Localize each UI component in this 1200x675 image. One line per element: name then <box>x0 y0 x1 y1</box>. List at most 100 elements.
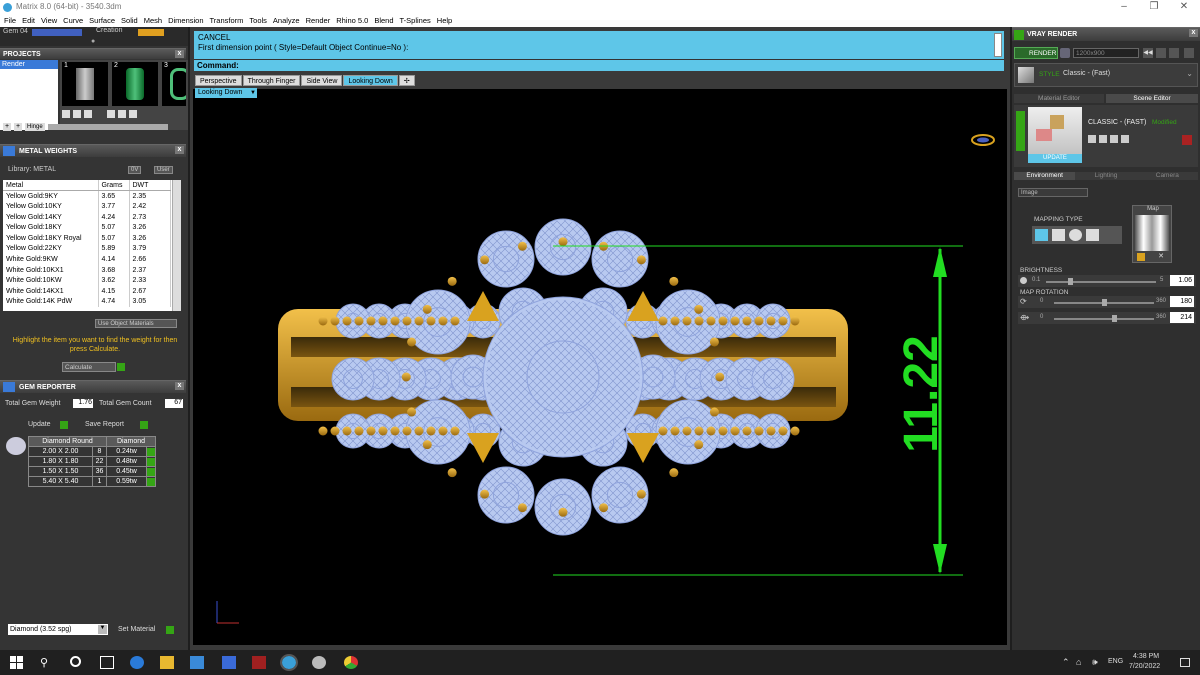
rotation-slider[interactable] <box>1054 299 1154 306</box>
viewport-dropdown[interactable]: Looking Down ▼ <box>195 88 257 98</box>
tilt-slider-knob[interactable] <box>1112 315 1117 322</box>
set-material-button[interactable]: Set Material <box>118 626 155 633</box>
thumbnail-2[interactable]: 2 <box>112 62 158 106</box>
brightness-slider[interactable] <box>1046 278 1156 285</box>
brightness-value[interactable]: 1.06 <box>1170 275 1194 286</box>
col-dwt[interactable]: DWT <box>129 180 171 192</box>
creation-label[interactable]: Creation <box>96 27 122 34</box>
menu-view[interactable]: View <box>41 14 57 27</box>
update-go-icon[interactable] <box>60 421 68 429</box>
creation-swatch-bar[interactable] <box>138 29 164 36</box>
projects-item[interactable]: Render <box>0 60 58 69</box>
camera-icon[interactable] <box>1060 48 1070 58</box>
tab-perspective[interactable]: Perspective <box>195 75 242 86</box>
widgets-icon[interactable] <box>100 656 114 669</box>
scene-action-icon[interactable] <box>1110 135 1118 143</box>
menu-surface[interactable]: Surface <box>89 14 115 27</box>
render-button[interactable]: RENDER <box>1014 47 1058 59</box>
table-row[interactable]: White Gold:9KW 4.14 2.66 <box>3 254 171 265</box>
table-row[interactable]: Yellow Gold:18KY Royal 5.07 3.26 <box>3 232 171 244</box>
scene-collapse-handle[interactable] <box>1016 111 1025 151</box>
chrome-icon[interactable] <box>344 656 358 669</box>
tab-material-editor[interactable]: Material Editor <box>1014 94 1104 103</box>
projects-scrollbar[interactable] <box>47 123 168 130</box>
mapping-cylinder-icon[interactable] <box>1086 229 1099 241</box>
use-object-materials-checkbox[interactable]: Use Object Materials <box>95 319 177 328</box>
tab-environment[interactable]: Environment <box>1014 172 1076 180</box>
col-grams[interactable]: Grams <box>98 180 130 192</box>
material-select[interactable]: Diamond (3.52 spg) <box>8 624 108 635</box>
projects-close-icon[interactable]: x <box>175 50 184 58</box>
table-row[interactable]: White Gold:14KX1 4.15 2.67 <box>3 285 171 297</box>
menu-help[interactable]: Help <box>437 14 452 27</box>
tab-through-finger[interactable]: Through Finger <box>242 75 301 86</box>
mapping-plane-icon[interactable] <box>1035 229 1048 241</box>
update-button[interactable]: Update <box>28 421 51 428</box>
thumb-delete-icon[interactable] <box>129 110 137 118</box>
vray-close-icon[interactable]: x <box>1189 29 1198 37</box>
unit-toggle[interactable]: 0V <box>128 166 142 174</box>
col-metal[interactable]: Metal <box>3 180 99 192</box>
table-row[interactable]: 1.50 X 1.50 36 0.45tw <box>28 466 156 477</box>
collapse-icon[interactable]: ● <box>91 38 95 45</box>
mapping-sphere-icon[interactable] <box>1069 229 1082 241</box>
thumb-action-icon[interactable] <box>73 110 81 118</box>
store-icon[interactable] <box>190 656 204 669</box>
clock-time[interactable]: 4:38 PM <box>1133 653 1159 660</box>
resolution-field[interactable]: 1200x900 <box>1073 48 1139 58</box>
tilt-slider[interactable] <box>1054 315 1154 322</box>
table-row[interactable]: White Gold:10KW 3.62 2.33 <box>3 275 171 286</box>
save-icon[interactable] <box>1156 48 1166 58</box>
update-button[interactable]: UPDATE <box>1028 154 1082 163</box>
rotation-value[interactable]: 180 <box>1170 296 1194 307</box>
app-red-icon[interactable] <box>252 656 266 669</box>
menu-file[interactable]: File <box>4 14 16 27</box>
menu-render[interactable]: Render <box>306 14 331 27</box>
tab-lighting[interactable]: Lighting <box>1075 172 1137 180</box>
tab-camera[interactable]: Camera <box>1136 172 1198 180</box>
table-row[interactable]: Yellow Gold:22KY 5.89 3.79 <box>3 243 171 255</box>
language-indicator[interactable]: ENG <box>1108 658 1123 665</box>
calculate-go-icon[interactable] <box>117 363 125 371</box>
thumb-action-icon[interactable] <box>62 110 70 118</box>
row-go-icon[interactable] <box>147 447 155 456</box>
search-icon[interactable]: ⚲ <box>40 656 54 669</box>
start-icon[interactable] <box>10 656 24 669</box>
maximize-icon[interactable]: ❐ <box>1144 0 1164 14</box>
minimize-icon[interactable]: – <box>1114 0 1134 14</box>
command-input[interactable]: Command: <box>194 59 1004 71</box>
add-tab-icon[interactable]: ✢ <box>398 75 415 86</box>
mapping-box-icon[interactable] <box>1052 229 1065 241</box>
viewport-looking-down[interactable]: 11.22 <box>193 89 1007 645</box>
menu-tools[interactable]: Tools <box>249 14 267 27</box>
thumbnail-3[interactable]: 3 <box>162 62 186 106</box>
menu-mesh[interactable]: Mesh <box>144 14 162 27</box>
scene-action-icon[interactable] <box>1099 135 1107 143</box>
gem-swatch-bar[interactable] <box>32 29 82 36</box>
metal-table-scrollbar[interactable] <box>172 180 181 311</box>
settings-icon[interactable] <box>1184 48 1194 58</box>
row-go-icon[interactable] <box>147 467 155 476</box>
save-report-go-icon[interactable] <box>140 421 148 429</box>
table-row[interactable]: White Gold:10KX1 3.68 2.37 <box>3 264 171 276</box>
rotation-slider-knob[interactable] <box>1102 299 1107 306</box>
gem-reporter-close-icon[interactable]: x <box>175 382 184 390</box>
table-row[interactable]: 1.80 X 1.80 22 0.48tw <box>28 456 156 467</box>
chevron-down-icon[interactable]: ▼ <box>98 625 107 634</box>
command-scrollbar[interactable] <box>994 33 1002 57</box>
menu-solid[interactable]: Solid <box>121 14 138 27</box>
calculate-button[interactable]: Calculate <box>62 362 116 372</box>
viewport-orientation-icon[interactable] <box>971 134 995 146</box>
mail-icon[interactable] <box>222 656 236 669</box>
menu-blend[interactable]: Blend <box>374 14 393 27</box>
add-icon[interactable]: + <box>3 122 11 131</box>
tab-scene-editor[interactable]: Scene Editor <box>1106 94 1198 103</box>
table-row[interactable]: Yellow Gold:10KY 3.77 2.42 <box>3 201 171 212</box>
style-row[interactable]: STYLE Classic - (Fast) ⌄ <box>1014 63 1198 87</box>
scene-action-icon[interactable] <box>1088 135 1096 143</box>
tab-side-view[interactable]: Side View <box>301 75 343 86</box>
notification-icon[interactable] <box>1180 658 1190 667</box>
map-load-icon[interactable] <box>1137 253 1145 261</box>
set-material-go-icon[interactable] <box>166 626 174 634</box>
menu-dimension[interactable]: Dimension <box>168 14 203 27</box>
